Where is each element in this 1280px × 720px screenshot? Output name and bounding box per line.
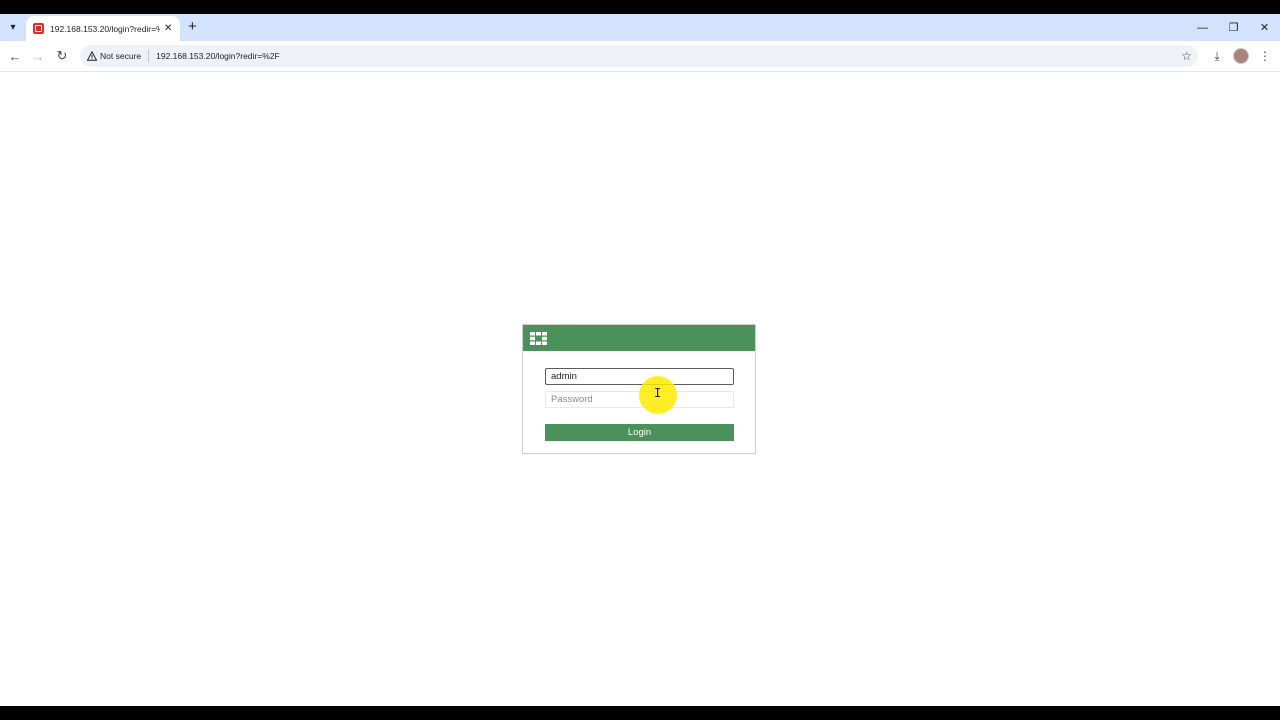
warning-triangle-icon bbox=[87, 51, 97, 61]
screen-top-bar bbox=[0, 0, 1280, 14]
new-tab-plus-icon[interactable]: + bbox=[188, 19, 197, 34]
tab-search-chevron-icon[interactable]: ▾ bbox=[4, 18, 22, 36]
bookmark-star-icon[interactable]: ☆ bbox=[1181, 49, 1192, 63]
browser-tab[interactable]: 192.168.153.20/login?redir=%2F ✕ bbox=[26, 16, 180, 41]
download-icon[interactable]: ⤓ bbox=[1208, 47, 1226, 65]
profile-avatar[interactable] bbox=[1232, 47, 1250, 65]
address-separator bbox=[148, 50, 150, 62]
page-content: Login I bbox=[0, 72, 1280, 706]
login-button[interactable]: Login bbox=[545, 424, 734, 441]
url-text[interactable]: 192.168.153.20/login?redir=%2F bbox=[156, 51, 280, 61]
tab-title: 192.168.153.20/login?redir=%2F bbox=[50, 23, 160, 34]
address-bar[interactable]: Not secure 192.168.153.20/login?redir=%2… bbox=[80, 45, 1198, 67]
login-header bbox=[523, 325, 755, 351]
username-input[interactable] bbox=[545, 368, 734, 385]
restore-icon[interactable]: ❐ bbox=[1218, 14, 1249, 41]
window-controls: — ❐ ✕ bbox=[1187, 14, 1280, 41]
screen-bottom-bar bbox=[0, 706, 1280, 720]
fortinet-logo-icon bbox=[530, 332, 547, 345]
browser-tabstrip: ▾ 192.168.153.20/login?redir=%2F ✕ + — ❐… bbox=[0, 14, 1280, 41]
fortinet-favicon-icon bbox=[33, 23, 44, 34]
not-secure-label[interactable]: Not secure bbox=[100, 51, 141, 61]
reload-icon[interactable]: ↻ bbox=[53, 47, 71, 65]
browser-toolbar: ← → ↻ Not secure 192.168.153.20/login?re… bbox=[0, 41, 1280, 72]
tab-close-icon[interactable]: ✕ bbox=[164, 23, 172, 34]
back-arrow-icon[interactable]: ← bbox=[6, 47, 24, 65]
text-cursor-icon: I bbox=[654, 386, 662, 400]
menu-kebab-icon[interactable]: ⋮ bbox=[1256, 47, 1274, 65]
close-window-icon[interactable]: ✕ bbox=[1249, 14, 1280, 41]
minimize-icon[interactable]: — bbox=[1187, 14, 1218, 41]
forward-arrow-icon[interactable]: → bbox=[29, 47, 47, 65]
